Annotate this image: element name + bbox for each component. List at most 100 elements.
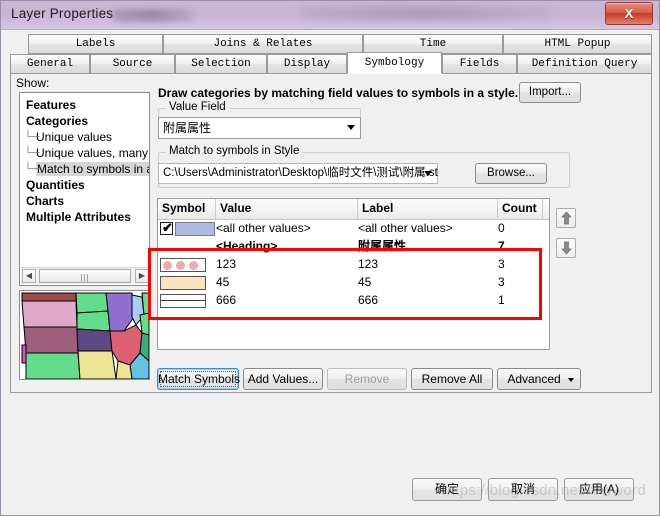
tree-branch-icon: └─: [24, 131, 40, 143]
import-button[interactable]: Import...: [519, 82, 581, 103]
remove-all-button[interactable]: Remove All: [411, 368, 493, 390]
button-label: Add Values...: [247, 372, 319, 386]
cell-value[interactable]: <Heading>: [216, 238, 358, 256]
tab-definition-query[interactable]: Definition Query: [517, 54, 652, 74]
cell-count[interactable]: 1: [498, 292, 543, 310]
scroll-left-icon[interactable]: ◀: [22, 269, 36, 283]
cell-label[interactable]: 666: [358, 292, 498, 310]
tab-strip: Labels Joins & Relates Time HTML Popup Gener…: [10, 34, 652, 74]
button-label: Remove All: [421, 372, 483, 386]
move-up-button[interactable]: [556, 208, 576, 228]
advanced-button[interactable]: Advanced: [497, 368, 581, 390]
tree-horizontal-scrollbar[interactable]: ◀ ||| ▶: [21, 267, 149, 284]
scrollbar-thumb[interactable]: |||: [39, 269, 131, 283]
close-button[interactable]: X: [605, 2, 653, 25]
tree-item-match-to-symbols-in-a[interactable]: └─ Match to symbols in a: [24, 161, 149, 177]
chevron-down-icon[interactable]: [424, 171, 432, 176]
tree-item-label: Features: [26, 98, 77, 112]
tree-item-quantities[interactable]: Quantities: [26, 177, 85, 193]
symbology-page: Show: Multiple Attributes Charts Quantitie…: [10, 73, 652, 393]
tree-item-charts[interactable]: Charts: [26, 193, 64, 209]
show-label: Show:: [16, 76, 50, 90]
symbol-swatch[interactable]: [160, 294, 206, 308]
cancel-button[interactable]: 取消: [488, 478, 558, 501]
layer-properties-dialog: Layer Properties X Labels Joins & Relates…: [0, 0, 660, 516]
cell-count[interactable]: 3: [498, 274, 543, 292]
column-header-value[interactable]: Value: [216, 199, 358, 219]
title-bar: Layer Properties X: [1, 1, 659, 30]
tree-item-multiple-attributes[interactable]: Multiple Attributes: [26, 209, 131, 225]
column-header-symbol[interactable]: Symbol: [158, 199, 216, 219]
table-row[interactable]: 45 45 3: [158, 274, 549, 292]
cell-value[interactable]: 123: [216, 256, 358, 274]
dialog-footer: 确定 取消 应用(A): [10, 477, 652, 507]
tab-general[interactable]: General: [10, 54, 90, 74]
cell-count[interactable]: 0: [498, 220, 543, 238]
cell-label[interactable]: <all other values>: [358, 220, 498, 238]
tab-symbology[interactable]: Symbology: [347, 52, 442, 74]
symbol-table[interactable]: Symbol Value Label Count ✔ <all other values…: [157, 198, 550, 350]
browse-button[interactable]: Browse...: [475, 163, 547, 184]
tab-selection[interactable]: Selection: [175, 54, 267, 74]
table-row[interactable]: 666 666 1: [158, 292, 549, 310]
map-preview-thumbnail: [19, 290, 150, 380]
ok-button[interactable]: 确定: [412, 478, 482, 501]
tree-item-features[interactable]: Features: [26, 97, 76, 113]
cell-label[interactable]: 附属属性: [358, 238, 498, 256]
cell-value[interactable]: <all other values>: [216, 220, 358, 238]
cell-label[interactable]: 123: [358, 256, 498, 274]
button-label: Advanced: [507, 372, 561, 386]
symbol-swatch[interactable]: [160, 258, 206, 272]
table-row[interactable]: <Heading> 附属属性 7: [158, 238, 549, 256]
value-field-group-title: Value Field: [166, 101, 229, 113]
cell-value[interactable]: 45: [216, 274, 358, 292]
apply-button[interactable]: 应用(A): [564, 478, 634, 501]
add-values-button[interactable]: Add Values...: [243, 368, 323, 390]
style-path-combobox[interactable]: C:\Users\Administrator\Desktop\临时文件\测试\附…: [158, 163, 438, 184]
window-title: Layer Properties: [11, 6, 114, 21]
tree-branch-icon: └─: [24, 147, 40, 159]
value-field-combobox[interactable]: 附属属性: [158, 117, 361, 139]
symbol-swatch[interactable]: [160, 276, 206, 290]
column-header-label[interactable]: Label: [358, 199, 498, 219]
chevron-down-icon[interactable]: [347, 125, 355, 130]
tab-time[interactable]: Time: [363, 34, 503, 54]
cell-count[interactable]: 3: [498, 256, 543, 274]
chevron-down-icon[interactable]: [568, 378, 574, 382]
tab-fields[interactable]: Fields: [442, 54, 517, 74]
tab-source[interactable]: Source: [90, 54, 175, 74]
tree-item-categories[interactable]: Categories: [26, 113, 88, 129]
value-field-value: 附属属性: [163, 121, 212, 135]
draw-description: Draw categories by matching field values…: [158, 86, 519, 100]
tree-item-unique-values-many[interactable]: └─ Unique values, many: [24, 145, 148, 161]
symbol-table-header: Symbol Value Label Count: [158, 199, 549, 220]
column-header-count[interactable]: Count: [498, 199, 543, 219]
tree-item-unique-values[interactable]: └─ Unique values: [24, 129, 112, 145]
title-blur-overlay-secondary: [301, 5, 551, 21]
tab-joins-relates[interactable]: Joins & Relates: [163, 34, 363, 54]
scroll-right-icon[interactable]: ▶: [135, 269, 149, 283]
tab-display[interactable]: Display: [267, 54, 347, 74]
check-icon: ✔: [162, 220, 173, 235]
tab-labels[interactable]: Labels: [28, 34, 163, 54]
table-row[interactable]: ✔ <all other values> <all other values> 0: [158, 220, 549, 238]
tree-item-label: Multiple Attributes: [26, 210, 131, 224]
table-row[interactable]: 123 123 3: [158, 256, 549, 274]
move-down-button[interactable]: [556, 238, 576, 258]
match-style-group-title: Match to symbols in Style: [166, 145, 303, 157]
symbol-swatch[interactable]: [175, 222, 215, 236]
cell-label[interactable]: 45: [358, 274, 498, 292]
symbology-right-pane: Draw categories by matching field values…: [157, 78, 645, 388]
arrow-up-icon: [561, 211, 572, 225]
match-symbols-button[interactable]: Match Symbols: [157, 368, 240, 390]
row-checkbox[interactable]: ✔: [160, 220, 173, 235]
tree-item-label: Categories: [26, 114, 89, 128]
tree-item-label: Charts: [26, 194, 65, 208]
tab-html-popup[interactable]: HTML Popup: [503, 34, 652, 54]
button-label: Remove: [344, 372, 390, 386]
symbology-type-tree[interactable]: Multiple Attributes Charts Quantities └─ Mat…: [19, 92, 150, 286]
tree-item-label: Match to symbols in a: [36, 162, 149, 176]
cell-count[interactable]: 7: [498, 238, 543, 256]
arrow-down-icon: [561, 241, 572, 255]
cell-value[interactable]: 666: [216, 292, 358, 310]
